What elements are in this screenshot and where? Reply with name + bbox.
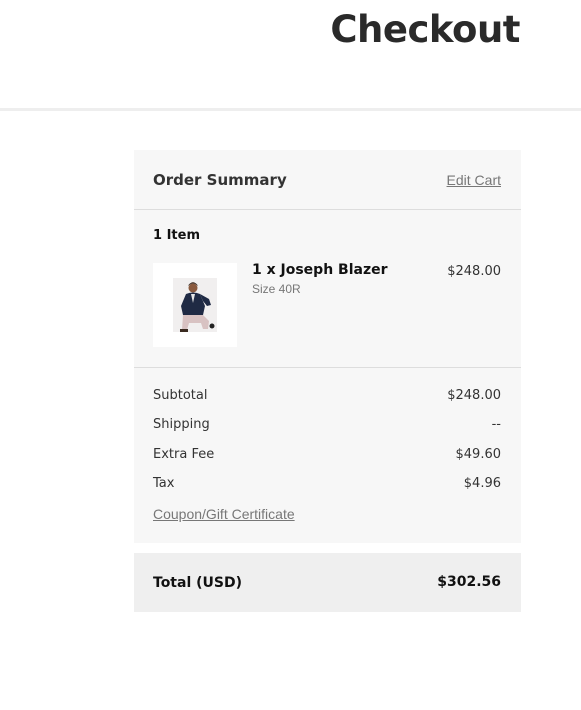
extra-fee-row: Extra Fee $49.60: [153, 447, 501, 467]
item-price: $248.00: [447, 264, 501, 279]
order-summary-panel: Order Summary Edit Cart 1 Item 1 x Josep…: [134, 150, 521, 543]
page-title: Checkout: [330, 8, 520, 51]
total-label: Total (USD): [153, 575, 242, 591]
item-count: 1 Item: [153, 228, 200, 243]
tax-row: Tax $4.96: [153, 476, 501, 496]
subtotal-label: Subtotal: [153, 388, 208, 403]
extra-fee-value: $49.60: [455, 447, 502, 462]
product-photo-icon: [153, 263, 237, 347]
extra-fee-label: Extra Fee: [153, 447, 215, 462]
subtotal-value: $248.00: [447, 388, 501, 403]
item-size-option: Size 40R: [252, 282, 301, 296]
product-thumbnail[interactable]: [153, 263, 237, 347]
cart-items-section: 1 Item 1 x Joseph Blazer Size 40R $248.0…: [134, 210, 521, 368]
tax-label: Tax: [153, 476, 175, 491]
order-summary-header: Order Summary Edit Cart: [134, 150, 521, 210]
shipping-value: --: [491, 417, 501, 432]
order-summary-title: Order Summary: [153, 171, 287, 189]
shipping-label: Shipping: [153, 417, 210, 432]
subtotal-row: Subtotal $248.00: [153, 388, 501, 408]
coupon-gift-certificate-link[interactable]: Coupon/Gift Certificate: [153, 506, 295, 522]
total-value: $302.56: [437, 574, 501, 590]
tax-value: $4.96: [463, 476, 501, 491]
edit-cart-link[interactable]: Edit Cart: [447, 172, 501, 188]
shipping-row: Shipping --: [153, 417, 501, 437]
item-name[interactable]: 1 x Joseph Blazer: [252, 262, 388, 278]
page-header: Checkout: [0, 0, 581, 111]
order-total-panel: Total (USD) $302.56: [134, 553, 521, 612]
